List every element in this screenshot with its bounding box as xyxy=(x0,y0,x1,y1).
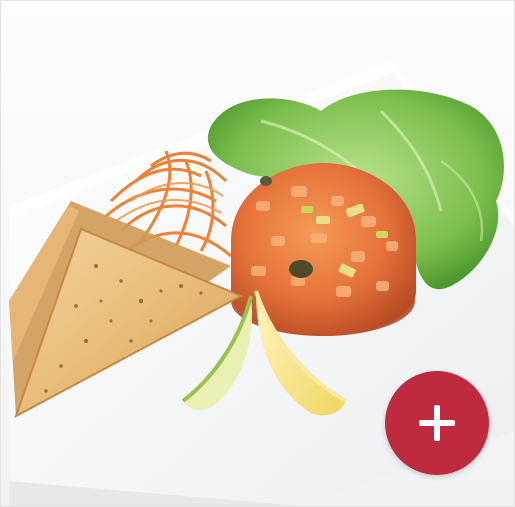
product-card[interactable] xyxy=(0,0,515,507)
plus-icon xyxy=(419,405,455,441)
add-to-cart-button[interactable] xyxy=(385,371,489,475)
